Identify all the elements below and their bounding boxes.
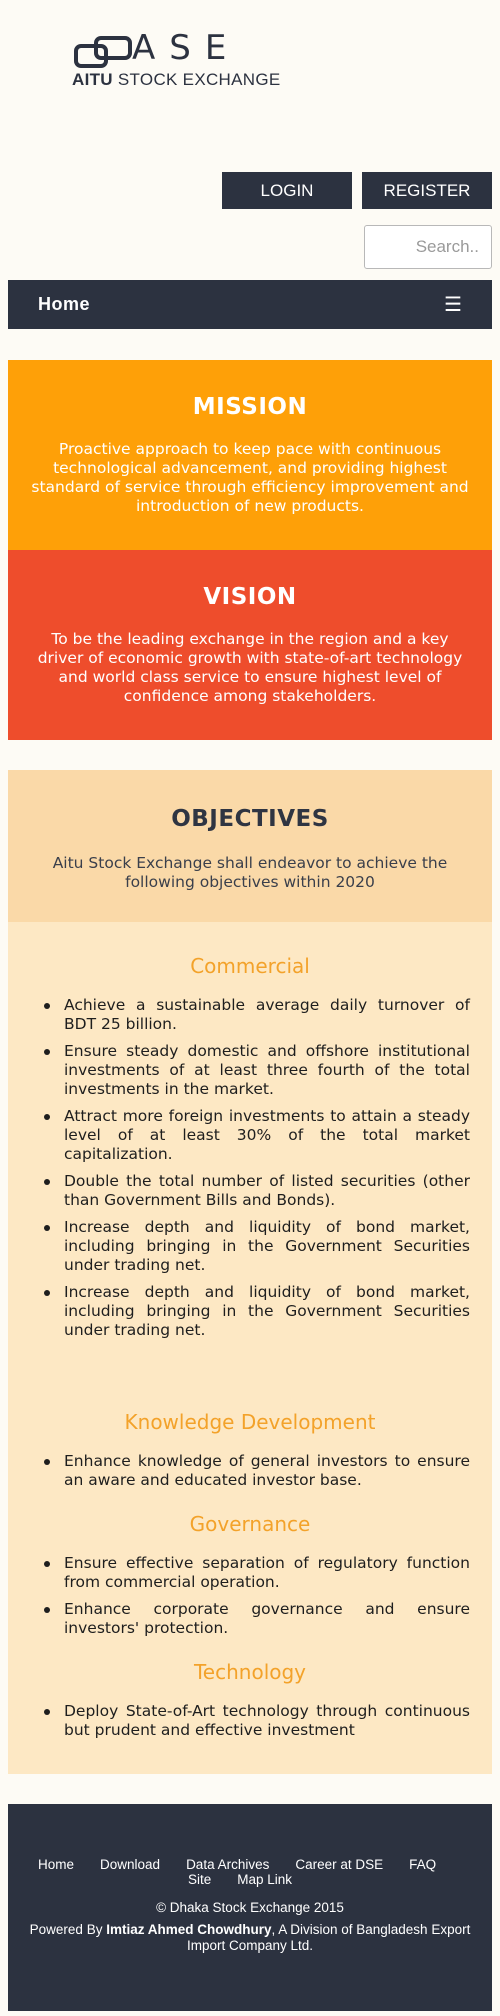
- objective-list: Achieve a sustainable average daily turn…: [8, 996, 492, 1340]
- logo-sub-rest: STOCK EXCHANGE: [117, 70, 281, 89]
- footer-links: Home Download Data Archives Career at DSE FA…: [38, 1857, 468, 1887]
- list-item: Enhance corporate governance and ensure …: [36, 1600, 470, 1638]
- section-technology: Technology Deploy State-of-Art technolog…: [8, 1660, 492, 1748]
- objectives-title: OBJECTIVES: [171, 806, 329, 832]
- section-title: Governance: [189, 1512, 311, 1536]
- mission-title: MISSION: [192, 394, 308, 420]
- list-item: Increase depth and liquidity of bond mar…: [36, 1218, 470, 1275]
- objectives-header: OBJECTIVES Aitu Stock Exchange shall end…: [8, 770, 492, 922]
- section-knowledge-development: Knowledge Development Enhance knowledge …: [8, 1410, 492, 1498]
- mission-panel: MISSION Proactive approach to keep pace …: [8, 360, 492, 550]
- section-title: Knowledge Development: [124, 1410, 376, 1434]
- objective-list: Deploy State-of-Art technology through c…: [8, 1702, 492, 1740]
- list-item: Ensure effective separation of regulator…: [36, 1554, 470, 1592]
- powered-prefix: Powered By: [29, 1922, 107, 1937]
- site-footer: Home Download Data Archives Career at DSE FA…: [8, 1804, 492, 2011]
- section-title: Commercial: [190, 954, 310, 978]
- register-button[interactable]: REGISTER: [362, 172, 492, 209]
- list-item: Ensure steady domestic and offshore inst…: [36, 1042, 470, 1099]
- footer-powered-by: Powered By Imtiaz Ahmed Chowdhury, A Div…: [28, 1922, 472, 1954]
- list-item: Attract more foreign investments to atta…: [36, 1107, 470, 1164]
- footer-link-home[interactable]: Home: [38, 1857, 74, 1872]
- vision-text: To be the leading exchange in the region…: [37, 630, 463, 705]
- login-button[interactable]: LOGIN: [222, 172, 352, 209]
- nav-home-link[interactable]: Home: [38, 294, 90, 315]
- section-governance: Governance Ensure effective separation o…: [8, 1512, 492, 1646]
- vision-title: VISION: [203, 584, 297, 610]
- footer-copyright: © Dhaka Stock Exchange 2015: [156, 1900, 344, 1915]
- logo-sub-prefix: AITU: [72, 70, 113, 89]
- footer-link-career[interactable]: Career at DSE: [295, 1857, 383, 1872]
- footer-links-row2: Site Map Link: [188, 1872, 468, 1887]
- list-item: Double the total number of listed securi…: [36, 1172, 470, 1210]
- footer-link-site[interactable]: Site: [188, 1872, 211, 1887]
- site-logo[interactable]: ASE AITU STOCK EXCHANGE: [70, 28, 290, 92]
- objectives-intro: Aitu Stock Exchange shall endeavor to ac…: [52, 854, 448, 891]
- footer-link-data-archives[interactable]: Data Archives: [186, 1857, 269, 1872]
- list-item: Increase depth and liquidity of bond mar…: [36, 1283, 470, 1340]
- powered-name[interactable]: Imtiaz Ahmed Chowdhury: [106, 1922, 271, 1937]
- vision-panel: VISION To be the leading exchange in the…: [8, 550, 492, 740]
- footer-link-map[interactable]: Map Link: [237, 1872, 292, 1887]
- objectives-body: Commercial Achieve a sustainable average…: [8, 922, 492, 1774]
- objective-list: Enhance knowledge of general investors t…: [8, 1452, 492, 1490]
- logo-subtitle: AITU STOCK EXCHANGE: [72, 70, 281, 90]
- search-input[interactable]: [364, 225, 492, 269]
- chain-link-icon: [74, 36, 132, 68]
- list-item: Enhance knowledge of general investors t…: [36, 1452, 470, 1490]
- nav-bar: Home ☰: [8, 280, 492, 329]
- footer-link-faq[interactable]: FAQ: [409, 1857, 436, 1872]
- mission-text: Proactive approach to keep pace with con…: [31, 440, 469, 515]
- hamburger-menu-icon[interactable]: ☰: [444, 292, 462, 316]
- objective-list: Ensure effective separation of regulator…: [8, 1554, 492, 1638]
- logo-letters: ASE: [132, 28, 241, 68]
- list-item: Deploy State-of-Art technology through c…: [36, 1702, 470, 1740]
- list-item: Achieve a sustainable average daily turn…: [36, 996, 470, 1034]
- footer-link-download[interactable]: Download: [100, 1857, 160, 1872]
- section-title: Technology: [193, 1660, 307, 1684]
- section-commercial: Commercial Achieve a sustainable average…: [8, 954, 492, 1348]
